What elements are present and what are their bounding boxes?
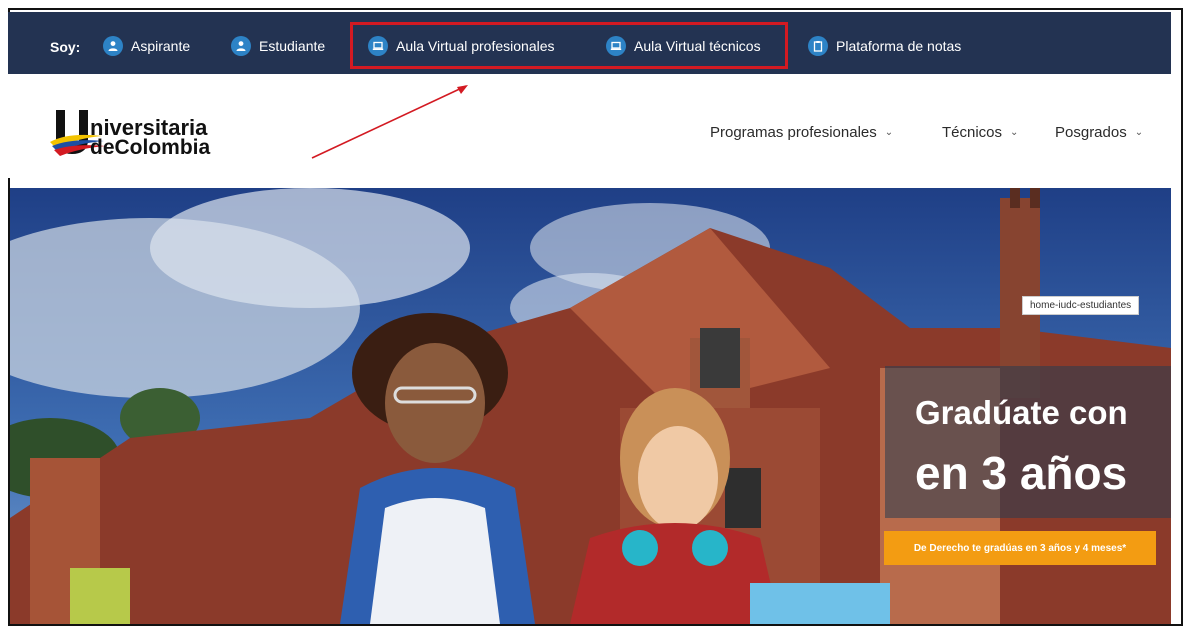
highlight-box [350,22,788,69]
headline-line2: en 3 años [915,447,1128,499]
nav-programas-profesionales-label: Programas profesionales [710,124,877,141]
site-header: niversitaria deColombia Programas profes… [8,74,1171,178]
nav-posgrados-label: Posgrados [1055,124,1127,141]
hero-banner: home-iudc-estudiantes Gradúate con en 3 … [10,188,1171,624]
nav-programas-profesionales[interactable]: Programas profesionales ⌄ [710,124,893,141]
plataforma-de-notas-link[interactable]: Plataforma de notas [808,35,961,57]
nav-posgrados[interactable]: Posgrados ⌄ [1055,124,1143,141]
university-logo[interactable]: niversitaria deColombia [48,102,238,160]
soy-label: Soy: [50,39,81,55]
clipboard-icon [808,36,828,56]
person-icon [231,36,251,56]
person-icon [103,36,123,56]
nav-tecnicos[interactable]: Técnicos ⌄ [942,124,1018,141]
hero-headline: Gradúate con en 3 años [885,366,1171,518]
aspirante-label: Aspirante [131,38,191,54]
annotation-arrow [311,85,468,159]
chevron-down-icon: ⌄ [1010,127,1019,138]
plataforma-de-notas-label: Plataforma de notas [836,38,962,54]
chevron-down-icon: ⌄ [1134,127,1144,138]
top-bar: Soy: Aspirante Estudiante Aula Virtual p… [8,12,1171,74]
headline-line1: Gradúate con [915,394,1128,431]
nav-tecnicos-label: Técnicos [942,124,1003,141]
cta-button[interactable]: De Derecho te gradúas en 3 años y 4 mese… [884,531,1156,565]
logo-line2: deColombia [90,136,210,159]
aspirante-link[interactable]: Aspirante [103,35,190,57]
image-tag: home-iudc-estudiantes [1022,296,1140,315]
estudiante-link[interactable]: Estudiante [231,35,325,57]
estudiante-label: Estudiante [259,38,326,54]
chevron-down-icon: ⌄ [884,127,894,138]
